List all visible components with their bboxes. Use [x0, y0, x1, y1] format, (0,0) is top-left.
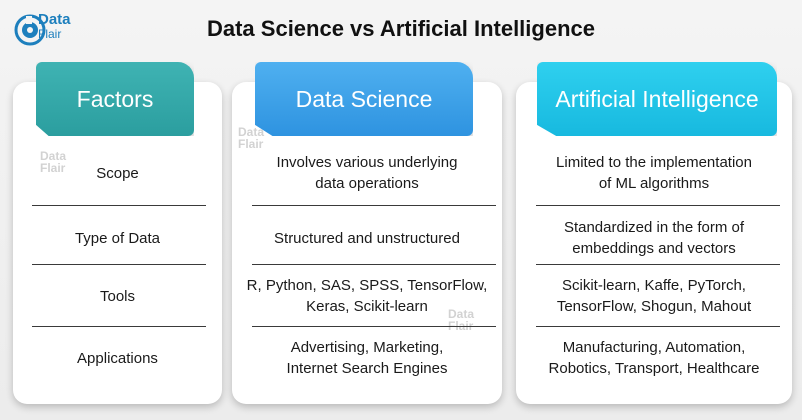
row-divider	[252, 264, 496, 265]
row-divider	[32, 264, 206, 265]
ai-scope: Limited to the implementation of ML algor…	[556, 154, 752, 192]
factor-scope: Scope	[96, 164, 139, 182]
ds-scope: Involves various underlying data operatio…	[276, 154, 458, 192]
ai-type-of-data: Standardized in the form of embeddings an…	[563, 219, 745, 257]
ds-applications: Advertising, Marketing, Internet Search E…	[286, 339, 448, 377]
row-divider	[32, 326, 206, 327]
factor-applications: Applications	[77, 349, 158, 367]
row-divider	[252, 326, 496, 327]
row-divider	[536, 264, 780, 265]
ai-header: Artificial Intelligence	[537, 62, 777, 136]
ds-tools: R, Python, SAS, SPSS, TensorFlow, Keras, …	[246, 277, 488, 315]
factor-type-of-data: Type of Data	[74, 229, 161, 247]
watermark-logo: Data Flair	[238, 125, 265, 151]
factor-tools: Tools	[99, 287, 136, 305]
ai-tools: Scikit-learn, Kaffe, PyTorch, TensorFlow,…	[556, 277, 752, 315]
ds-type-of-data: Structured and unstructured	[274, 229, 460, 247]
row-divider	[252, 205, 496, 206]
data-science-header: Data Science	[255, 62, 473, 136]
ai-applications: Manufacturing, Automation, Robotics, Tran…	[548, 339, 760, 377]
row-divider	[536, 326, 780, 327]
row-divider	[536, 205, 780, 206]
page-title: Data Science vs Artificial Intelligence	[206, 16, 595, 41]
row-divider	[32, 205, 206, 206]
factors-header: Factors	[36, 62, 194, 136]
